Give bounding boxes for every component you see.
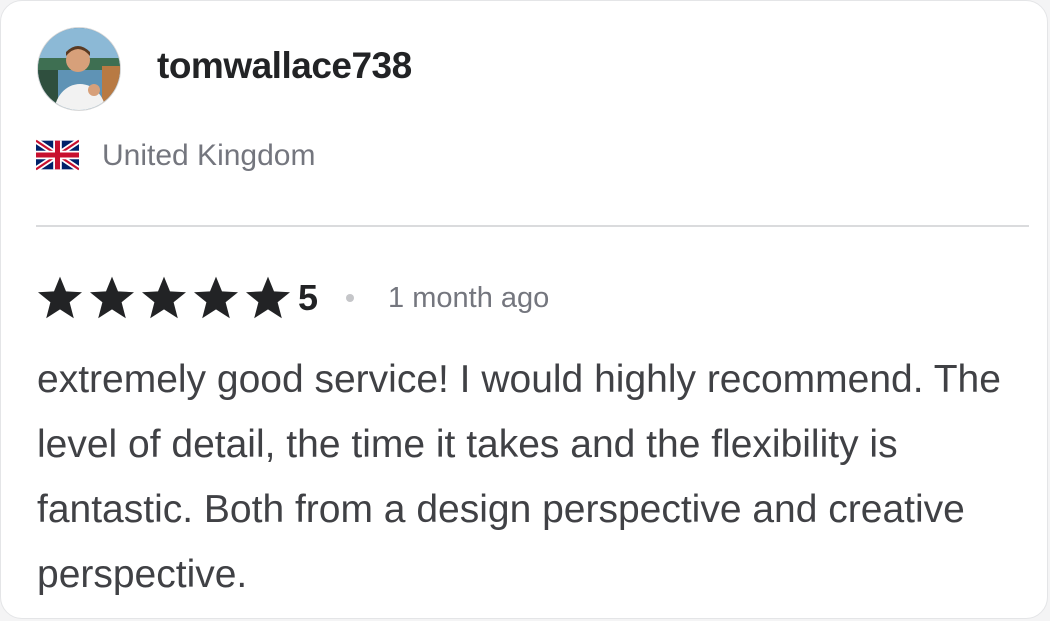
rating-row: 5 1 month ago	[36, 273, 549, 323]
star-icon	[246, 276, 290, 319]
review-time-ago: 1 month ago	[388, 282, 550, 314]
review-text: extremely good service! I would highly r…	[37, 358, 1001, 596]
uk-flag-icon	[36, 139, 79, 171]
rating-value: 5	[298, 277, 319, 318]
reviewer-avatar[interactable]	[37, 27, 121, 111]
star-icon	[38, 276, 82, 319]
reviewer-username[interactable]: tomwallace738	[157, 43, 412, 89]
avatar-photo-icon	[38, 28, 120, 110]
divider	[36, 225, 1029, 227]
star-rating	[36, 275, 292, 321]
review-card: tomwallace738 United Kingdom 5 1 month a…	[0, 0, 1048, 619]
separator-dot	[346, 294, 355, 302]
reviewer-country: United Kingdom	[102, 139, 316, 172]
star-icon	[142, 276, 186, 319]
star-icon	[90, 276, 134, 319]
star-icon	[194, 276, 238, 319]
